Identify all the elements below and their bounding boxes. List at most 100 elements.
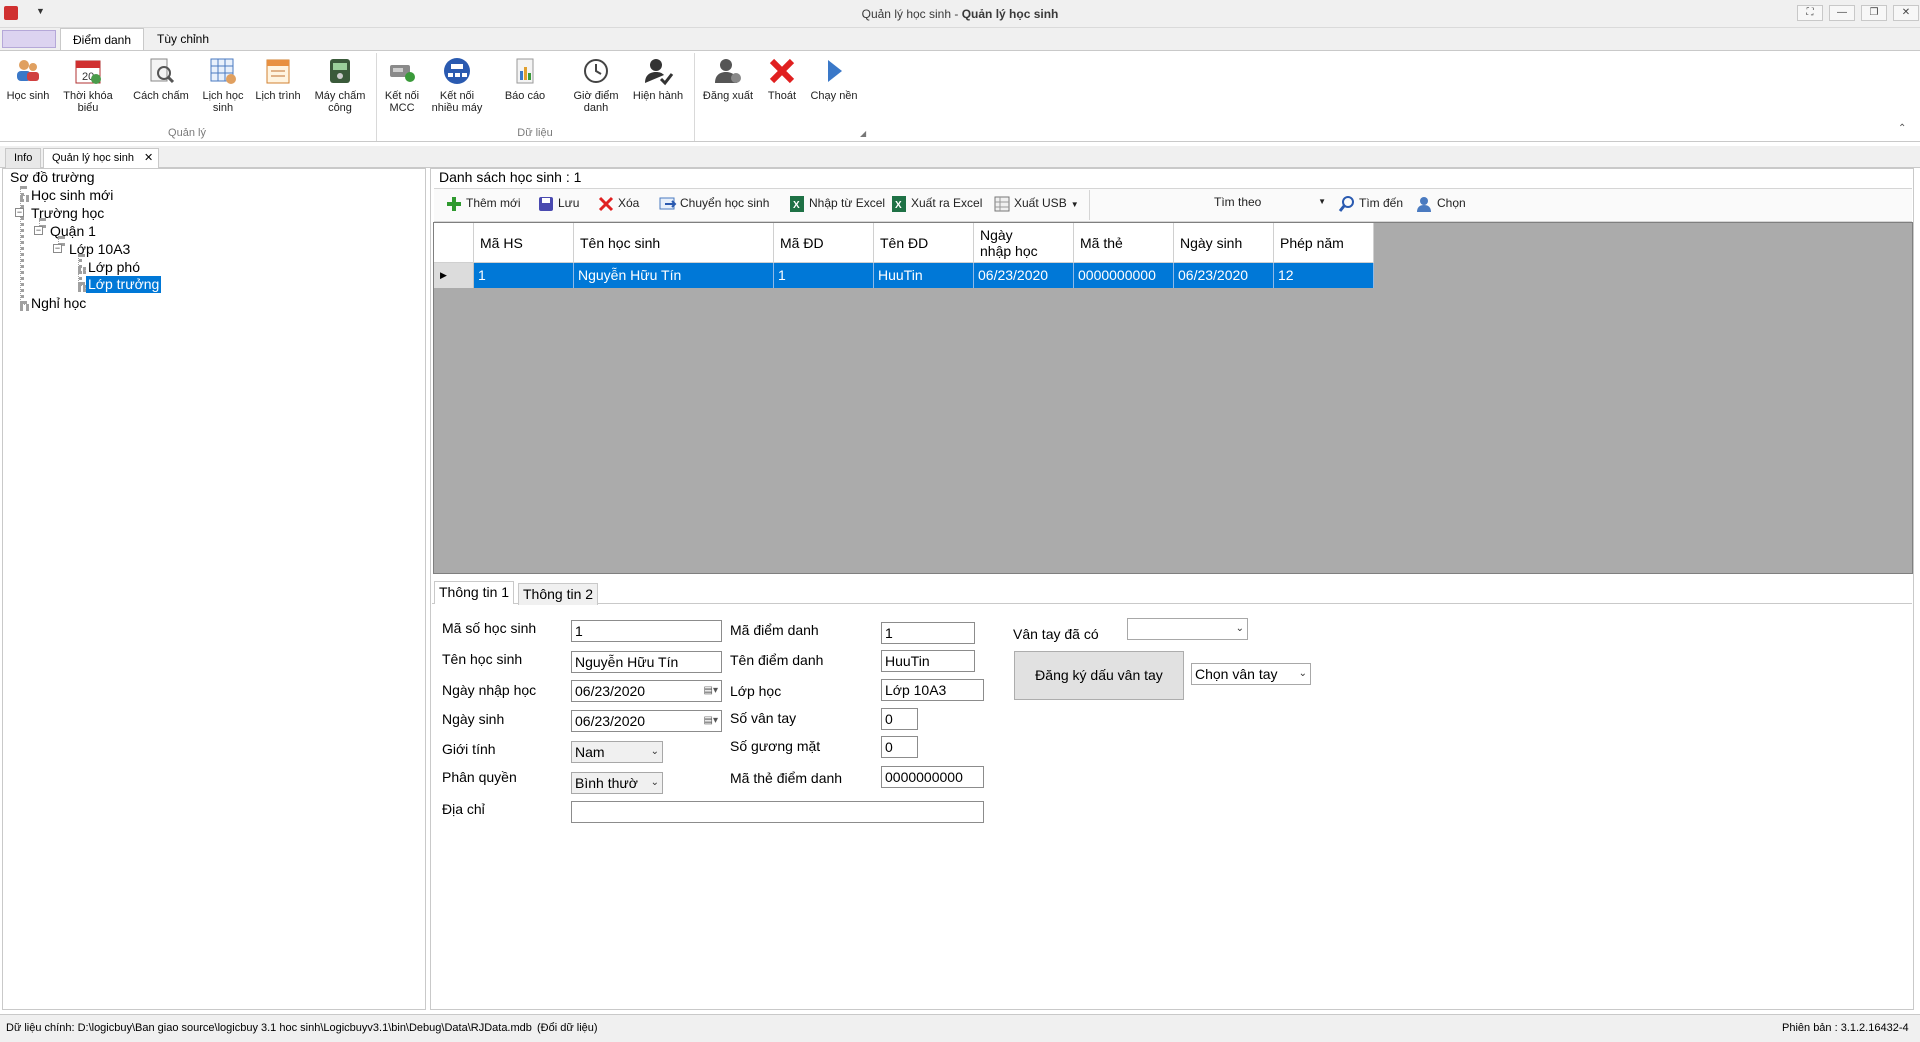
- tree-item-quan-1[interactable]: Quận 1: [50, 223, 96, 239]
- so-van-tay-input[interactable]: 0: [881, 708, 918, 730]
- tab-quan-ly-hoc-sinh[interactable]: Quản lý học sinh ✕: [43, 148, 159, 169]
- lich-hoc-sinh-button[interactable]: Lịch học sinh: [200, 55, 246, 114]
- ma-the-input[interactable]: 0000000000: [881, 766, 984, 788]
- calendar-icon: 20: [75, 60, 101, 84]
- group-du-lieu-label: Dữ liệu: [517, 127, 553, 139]
- table-cell[interactable]: 06/23/2020: [1174, 263, 1274, 288]
- ma-so-input[interactable]: 1: [571, 620, 722, 642]
- phan-quyen-select[interactable]: Bình thườ ⌄: [571, 772, 663, 794]
- calendar-dropdown-icon[interactable]: ▤▾: [704, 681, 718, 701]
- bao-cao-button[interactable]: Báo cáo: [496, 55, 554, 102]
- export-excel-button[interactable]: X Xuất ra Excel: [890, 195, 982, 213]
- table-cell[interactable]: HuuTin: [874, 263, 974, 288]
- minimize-button[interactable]: —: [1829, 5, 1855, 21]
- column-header[interactable]: Ngày nhập học: [974, 223, 1074, 263]
- thoi-khoa-bieu-label: Thời khóa biểu: [63, 90, 113, 114]
- column-header[interactable]: Mã thẻ: [1074, 223, 1174, 263]
- column-header[interactable]: Phép năm: [1274, 223, 1374, 263]
- tree-collapse-icon[interactable]: −: [15, 208, 24, 217]
- import-excel-button[interactable]: X Nhập từ Excel: [788, 195, 885, 213]
- document-tab-bar: Info Quản lý học sinh ✕: [0, 146, 1920, 169]
- tree-line: [78, 267, 86, 271]
- ngay-sinh-picker[interactable]: 06/23/2020 ▤▾: [571, 710, 722, 732]
- hoc-sinh-button[interactable]: Học sinh: [2, 55, 54, 102]
- table-cell[interactable]: 1: [774, 263, 874, 288]
- dia-chi-input[interactable]: [571, 801, 984, 823]
- tree-item-lop-truong[interactable]: Lớp trưởng: [86, 276, 162, 293]
- fullscreen-button[interactable]: ⛶: [1797, 5, 1823, 21]
- lich-trinh-button[interactable]: Lịch trình: [250, 55, 306, 102]
- export-usb-button[interactable]: Xuất USB ▼: [993, 195, 1079, 213]
- save-button[interactable]: Lưu: [537, 195, 579, 213]
- add-button[interactable]: Thêm mới: [445, 195, 521, 213]
- quick-access-dropdown-icon[interactable]: ▼: [36, 6, 45, 16]
- delete-button[interactable]: Xóa: [597, 195, 639, 213]
- table-cell[interactable]: 1: [474, 263, 574, 288]
- chay-nen-label: Chạy nền: [810, 90, 858, 102]
- tab-thong-tin-2[interactable]: Thông tin 2: [518, 583, 599, 605]
- ket-noi-mcc-button[interactable]: Kết nối MCC: [380, 55, 424, 114]
- select-button[interactable]: Chọn: [1416, 195, 1466, 213]
- collapse-ribbon-icon[interactable]: ⌃: [1898, 123, 1906, 134]
- group-expand-icon[interactable]: ◢: [860, 129, 866, 138]
- application-menu-button[interactable]: [2, 30, 56, 48]
- connect-device-icon: [390, 65, 415, 82]
- chay-nen-button[interactable]: Chạy nền: [806, 55, 862, 102]
- ngay-nhap-hoc-picker[interactable]: 06/23/2020 ▤▾: [571, 680, 722, 702]
- chon-van-tay-select[interactable]: Chọn vân tay ⌄: [1191, 663, 1311, 685]
- tree-item-lop-pho[interactable]: Lớp phó: [88, 259, 140, 275]
- tree-collapse-icon[interactable]: −: [53, 244, 62, 253]
- ma-diem-danh-input[interactable]: 1: [881, 622, 975, 644]
- hien-hanh-button[interactable]: Hiện hành: [628, 55, 688, 102]
- status-bar: Dữ liệu chính: D:\logicbuy\Ban giao sour…: [0, 1014, 1920, 1042]
- van-tay-da-co-select[interactable]: ⌄: [1127, 618, 1248, 640]
- change-data-link[interactable]: (Đổi dữ liệu): [537, 1015, 598, 1042]
- tab-thong-tin-1[interactable]: Thông tin 1: [434, 581, 515, 604]
- lop-hoc-input[interactable]: Lớp 10A3: [881, 679, 984, 701]
- table-cell[interactable]: Nguyễn Hữu Tín: [574, 263, 774, 288]
- ten-diem-danh-input[interactable]: HuuTin: [881, 650, 975, 672]
- magnifier-document-icon: [150, 58, 175, 84]
- bao-cao-label: Báo cáo: [504, 90, 546, 102]
- search-by-dropdown[interactable]: Tìm theo ▼: [1214, 195, 1326, 209]
- ket-noi-nhieu-may-button[interactable]: Kết nối nhiều máy: [428, 55, 486, 114]
- close-button[interactable]: ✕: [1893, 5, 1919, 21]
- thoi-khoa-bieu-button[interactable]: 20 Thời khóa biểu: [58, 55, 118, 114]
- table-cell[interactable]: 0000000000: [1074, 263, 1174, 288]
- move-student-button[interactable]: Chuyển học sinh: [659, 195, 769, 213]
- cach-cham-button[interactable]: Cách chấm: [126, 55, 196, 102]
- find-button[interactable]: Tìm đến: [1338, 195, 1403, 213]
- tab-info[interactable]: Info: [5, 148, 42, 168]
- table-cell[interactable]: 06/23/2020: [974, 263, 1074, 288]
- gioi-tinh-select[interactable]: Nam ⌄: [571, 741, 663, 763]
- tree-collapse-icon[interactable]: −: [34, 226, 43, 235]
- ngay-sinh-label: Ngày sinh: [442, 711, 505, 727]
- svg-text:X: X: [895, 200, 902, 211]
- dang-xuat-button[interactable]: Đăng xuất: [698, 55, 758, 102]
- app-icon[interactable]: [4, 6, 18, 20]
- may-cham-cong-button[interactable]: Máy chấm công: [308, 55, 372, 114]
- column-header[interactable]: Tên ĐD: [874, 223, 974, 263]
- register-fingerprint-button[interactable]: Đăng ký dấu vân tay: [1014, 651, 1184, 700]
- report-chart-icon: [516, 58, 534, 84]
- play-arrow-icon: [828, 60, 842, 82]
- gio-diem-danh-button[interactable]: Giờ điểm danh: [566, 55, 626, 114]
- tab-diem-danh[interactable]: Điểm danh: [60, 28, 145, 51]
- calendar-dropdown-icon[interactable]: ▤▾: [704, 711, 718, 731]
- column-header[interactable]: Tên học sinh: [574, 223, 774, 263]
- row-selector-arrow-icon[interactable]: ▶: [434, 263, 474, 288]
- table-cell[interactable]: 12: [1274, 263, 1374, 288]
- tree-item-nghi-hoc[interactable]: Nghỉ học: [31, 295, 86, 311]
- column-header[interactable]: Mã HS: [474, 223, 574, 263]
- close-tab-icon[interactable]: ✕: [144, 149, 153, 167]
- save-label: Lưu: [558, 196, 580, 211]
- restore-button[interactable]: ❐: [1861, 5, 1887, 21]
- so-guong-mat-input[interactable]: 0: [881, 736, 918, 758]
- column-header[interactable]: Ngày sinh: [1174, 223, 1274, 263]
- thoat-button[interactable]: Thoát: [760, 55, 804, 102]
- ten-hs-input[interactable]: Nguyễn Hữu Tín: [571, 651, 722, 673]
- tab-tuy-chinh[interactable]: Tùy chỉnh: [145, 28, 221, 50]
- tree-item-hoc-sinh-moi[interactable]: Học sinh mới: [31, 187, 113, 203]
- student-grid[interactable]: Mã HS Tên học sinh Mã ĐD Tên ĐD Ngày nhậ…: [433, 222, 1913, 574]
- column-header[interactable]: Mã ĐD: [774, 223, 874, 263]
